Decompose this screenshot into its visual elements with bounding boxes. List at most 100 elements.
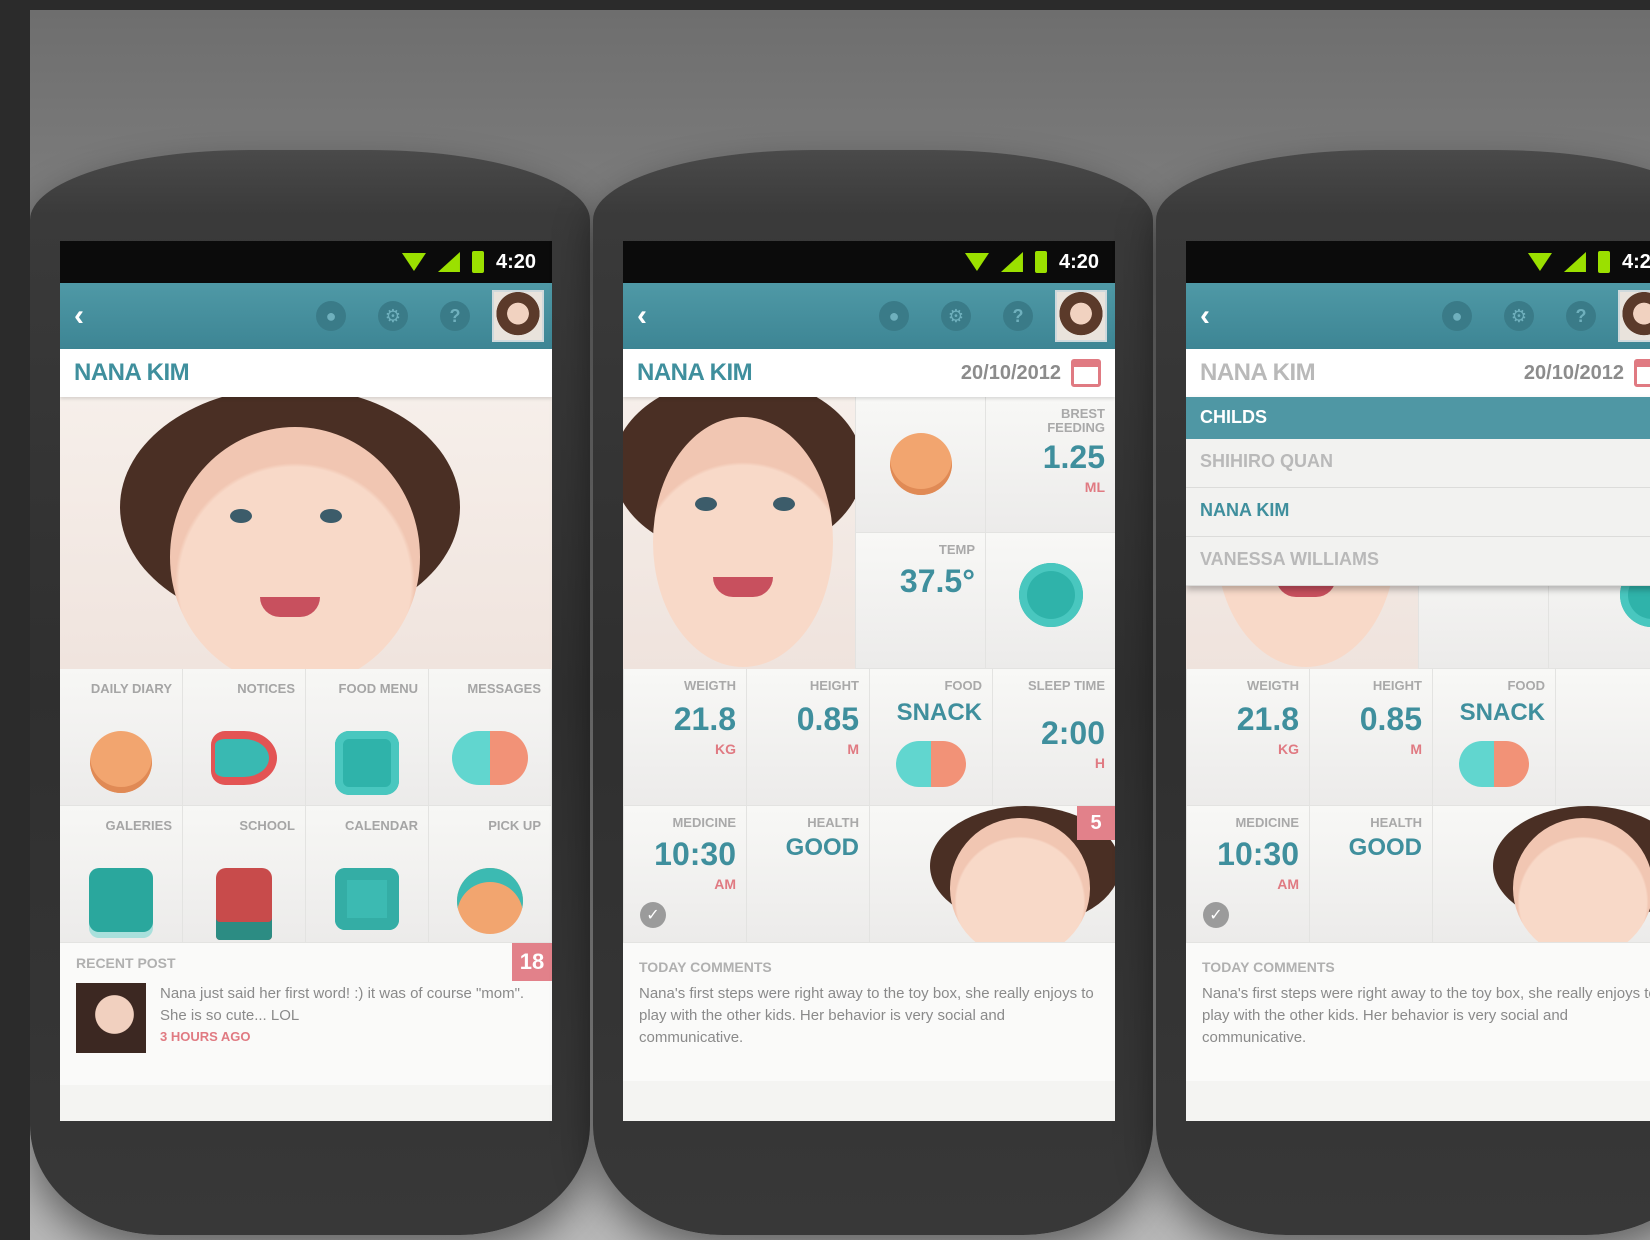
metric-sleep[interactable]: SLEEP TIME 2:00 H — [992, 669, 1115, 806]
pin-icon[interactable]: ● — [1442, 301, 1472, 331]
phone-2-screen: 4:20 ‹ ● ⚙ ? NANA KIM 20/10/2012 BREST F… — [623, 241, 1115, 1121]
recent-post-heading: RECENT POST — [76, 955, 176, 971]
bowl-icon-tile — [985, 533, 1115, 669]
post-count-badge: 18 — [512, 943, 552, 981]
calendar-icon[interactable] — [1634, 359, 1650, 387]
help-icon[interactable]: ? — [440, 301, 470, 331]
tile-label: DAILY DIARY — [90, 681, 172, 696]
child-option-vanessa[interactable]: VANESSA WILLIAMS — [1186, 537, 1650, 586]
tile-pick-up[interactable]: PICK UP — [429, 806, 552, 943]
title-bar: NANA KIM 20/10/2012 — [1186, 349, 1650, 397]
metric-label: WEIGTH — [1247, 678, 1299, 693]
child-option-nana[interactable]: NANA KIM — [1186, 488, 1650, 537]
pin-icon[interactable]: ● — [316, 301, 346, 331]
back-button[interactable]: ‹ — [637, 299, 677, 333]
metric-height[interactable]: HEIGHT 0.85 M — [1309, 669, 1432, 806]
tile-label: FOOD MENU — [338, 681, 418, 696]
status-bar: 4:20 — [623, 241, 1115, 283]
metric-weight[interactable]: WEIGTH 21.8 KG — [1186, 669, 1309, 806]
photo-tile[interactable]: 5 — [869, 806, 1115, 943]
phone-3-screen: 4:20 ‹ ● ⚙ ? NANA KIM 20/10/2012 CHILDS … — [1186, 241, 1650, 1121]
spoon-icon — [1459, 741, 1529, 787]
tile-calendar[interactable]: CALENDAR — [306, 806, 429, 943]
metric-medicine[interactable]: MEDICINE 10:30 AM ✓ — [1186, 806, 1309, 943]
avatar[interactable] — [492, 290, 544, 342]
recent-post[interactable]: RECENT POST 18 Nana just said her first … — [60, 943, 552, 1085]
tile-notices[interactable]: NOTICES — [183, 669, 306, 806]
metric-medicine[interactable]: MEDICINE 10:30 AM ✓ — [623, 806, 746, 943]
post-time: 3 HOURS AGO — [160, 1029, 251, 1044]
metric-height[interactable]: HEIGHT 0.85 M — [746, 669, 869, 806]
today-comments: TODAY COMMENTS Nana's first steps were r… — [1186, 943, 1650, 1081]
dashboard-top: BREST FEEDING 1.25 ML TEMP 37.5° — [623, 397, 1115, 669]
metric-value: GOOD — [1348, 834, 1422, 861]
childs-heading: CHILDS — [1186, 397, 1650, 439]
help-icon[interactable]: ? — [1566, 301, 1596, 331]
calendar-icon — [335, 868, 399, 930]
battery-icon — [1034, 251, 1047, 273]
dashboard-middle: WEIGTH 21.8 KG HEIGHT 0.85 M FOOD SNACK — [1186, 669, 1650, 806]
pin-icon[interactable]: ● — [879, 301, 909, 331]
wifi-icon — [964, 253, 989, 271]
app-bar: ‹ ● ⚙ ? — [1186, 283, 1650, 349]
gear-icon[interactable]: ⚙ — [378, 301, 408, 331]
wifi-icon — [401, 253, 426, 271]
tile-galeries[interactable]: GALERIES — [60, 806, 183, 943]
metric-label: FOOD — [944, 678, 982, 693]
metric-unit: M — [1410, 741, 1422, 757]
help-icon[interactable]: ? — [1003, 301, 1033, 331]
metric-value: 0.85 — [1359, 701, 1422, 737]
status-time: 4:20 — [1058, 250, 1099, 273]
tile-messages[interactable]: MESSAGES — [429, 669, 552, 806]
gear-icon[interactable]: ⚙ — [941, 301, 971, 331]
metric-value: GOOD — [785, 834, 859, 861]
child-name[interactable]: NANA KIM — [74, 359, 190, 387]
metric-unit: KG — [1278, 741, 1299, 757]
metric-temp[interactable]: TEMP 37.5° — [855, 533, 985, 669]
title-bar: NANA KIM 20/10/2012 — [623, 349, 1115, 397]
child-name[interactable]: NANA KIM — [1200, 359, 1316, 387]
metric-food[interactable]: FOOD SNACK — [869, 669, 992, 806]
date-label: 20/10/2012 — [960, 361, 1061, 384]
back-button[interactable]: ‹ — [1200, 299, 1240, 333]
battery-icon — [471, 251, 484, 273]
baby-icon-tile — [855, 397, 985, 533]
childs-dropdown: CHILDS SHIHIRO QUAN NANA KIM VANESSA WIL… — [1186, 397, 1650, 586]
gear-icon[interactable]: ⚙ — [1504, 301, 1534, 331]
baby-face-icon — [889, 433, 952, 495]
avatar[interactable] — [1055, 290, 1107, 342]
photo-tile[interactable] — [1432, 806, 1650, 943]
metric-unit: KG — [715, 741, 736, 757]
wifi-icon — [1527, 253, 1552, 271]
check-icon[interactable]: ✓ — [1203, 902, 1229, 928]
metric-unit: M — [847, 741, 859, 757]
tile-school[interactable]: SCHOOL — [183, 806, 306, 943]
phone-3: 4:20 ‹ ● ⚙ ? NANA KIM 20/10/2012 CHILDS … — [1156, 150, 1650, 1235]
avatar[interactable] — [1618, 290, 1650, 342]
tile-daily-diary[interactable]: DAILY DIARY — [60, 669, 183, 806]
dashboard-bottom: MEDICINE 10:30 AM ✓ HEALTH GOOD — [1186, 806, 1650, 943]
title-bar: NANA KIM — [60, 349, 552, 397]
tile-food-menu[interactable]: FOOD MENU — [306, 669, 429, 806]
metric-value: 21.8 — [1236, 701, 1299, 737]
app-bar: ‹ ● ⚙ ? — [623, 283, 1115, 349]
metric-food[interactable]: FOOD SNACK — [1432, 669, 1555, 806]
check-icon[interactable]: ✓ — [640, 902, 666, 928]
calendar-icon[interactable] — [1071, 359, 1101, 387]
metric-value: SNACK — [896, 699, 982, 726]
child-name[interactable]: NANA KIM — [637, 359, 753, 387]
metric-unit: AM — [714, 876, 736, 892]
metric-label: SLEEP TIME — [1027, 678, 1105, 693]
metric-weight[interactable]: WEIGTH 21.8 KG — [623, 669, 746, 806]
metric-health[interactable]: HEALTH GOOD — [746, 806, 869, 943]
metric-breastfeeding[interactable]: BREST FEEDING 1.25 ML — [985, 397, 1115, 533]
child-option-shihiro[interactable]: SHIHIRO QUAN — [1186, 439, 1650, 488]
tile-label: CALENDAR — [345, 818, 418, 833]
back-button[interactable]: ‹ — [74, 299, 114, 333]
status-time: 4:20 — [495, 250, 536, 273]
metric-health[interactable]: HEALTH GOOD — [1309, 806, 1432, 943]
metric-unit: ML — [1084, 479, 1105, 495]
child-photo — [623, 397, 855, 669]
metric-label: HEALTH — [807, 815, 859, 830]
metric-value: 0.85 — [796, 701, 859, 737]
